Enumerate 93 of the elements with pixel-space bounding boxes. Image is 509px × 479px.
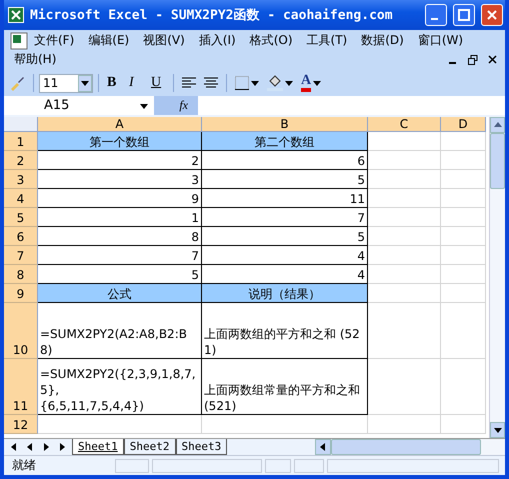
name-box[interactable]: A15: [4, 96, 154, 115]
maximize-button[interactable]: [453, 4, 475, 26]
row-header[interactable]: 8: [4, 265, 38, 284]
row-header[interactable]: 2: [4, 151, 38, 170]
menu-item[interactable]: 帮助(H): [10, 50, 60, 69]
font-color-button[interactable]: A: [298, 72, 324, 94]
row-header[interactable]: 6: [4, 227, 38, 246]
table-cell: 公式: [38, 284, 202, 303]
row-header[interactable]: 12: [4, 415, 38, 434]
minimize-icon: [430, 18, 438, 20]
row-header[interactable]: 5: [4, 208, 38, 227]
scroll-left-button[interactable]: [315, 439, 331, 455]
sheet-tab[interactable]: Sheet1: [72, 439, 124, 455]
table-cell: 7: [38, 246, 202, 265]
row-header[interactable]: 4: [4, 189, 38, 208]
row-header[interactable]: 3: [4, 170, 38, 189]
caret-icon[interactable]: [81, 79, 89, 87]
menu-item[interactable]: 插入(I): [194, 31, 240, 50]
table-cell: 5: [202, 227, 368, 246]
minimize-button[interactable]: [425, 4, 447, 26]
row-header[interactable]: 10: [4, 303, 38, 359]
menu-item[interactable]: 窗口(W): [414, 31, 468, 50]
status-panel: [115, 458, 149, 472]
table-cell: 说明（结果）: [202, 284, 368, 303]
column-header[interactable]: C: [368, 117, 441, 132]
close-icon[interactable]: [488, 54, 497, 64]
align-left-icon: [182, 77, 196, 89]
last-sheet-icon[interactable]: [58, 443, 66, 451]
paint-bucket-icon: [267, 75, 283, 91]
scroll-left-icon[interactable]: [319, 443, 327, 451]
table-cell: 11: [202, 189, 368, 208]
menu-item[interactable]: 编辑(E): [84, 31, 134, 50]
menu-item[interactable]: 视图(V): [139, 31, 189, 50]
table-cell: 第二个数组: [202, 132, 368, 151]
align-center-icon: [204, 77, 218, 89]
bold-button[interactable]: B: [104, 72, 124, 94]
horizontal-scroll-thumb[interactable]: [331, 439, 481, 455]
brush-icon: [9, 75, 25, 91]
close-button[interactable]: [481, 4, 503, 26]
maximize-icon: [458, 9, 470, 21]
column-header[interactable]: A: [38, 117, 202, 132]
scroll-thumb[interactable]: [490, 133, 505, 189]
table-cell: 上面两数组的平方和之和 (521): [202, 303, 368, 359]
caret-icon[interactable]: [285, 79, 293, 87]
restore-icon[interactable]: [468, 54, 478, 64]
row-header[interactable]: 1: [4, 132, 38, 151]
scroll-up-icon[interactable]: [494, 121, 502, 129]
caret-icon[interactable]: [251, 79, 259, 87]
scroll-down-icon[interactable]: [494, 426, 502, 434]
scroll-down-button[interactable]: [490, 422, 505, 438]
window-title: Microsoft Excel - SUMX2PY2函数 - caohaifeng.com: [30, 7, 394, 24]
menu-item[interactable]: 数据(D): [357, 31, 408, 50]
table-cell: =SUMX2PY2(A2:A8,B2:B8): [38, 303, 202, 359]
column-header[interactable]: D: [441, 117, 486, 132]
insert-function-button[interactable]: fx: [154, 98, 194, 113]
table-cell: 第一个数组: [38, 132, 202, 151]
table-cell: =SUMX2PY2({2,3,9,1,8,7,5}, {6,5,11,7,5,4,4}): [38, 359, 202, 415]
table-cell: 4: [202, 265, 368, 284]
caret-icon[interactable]: [140, 102, 148, 110]
font-size-dropdown[interactable]: 11: [39, 74, 93, 92]
previous-sheet-icon[interactable]: [26, 443, 34, 451]
table-cell: 上面两数组常量的平方和之和 (521): [202, 359, 368, 415]
italic-button[interactable]: I: [126, 72, 146, 94]
menu-item[interactable]: 文件(F): [30, 31, 78, 50]
table-cell: 4: [202, 246, 368, 265]
borders-icon: [235, 76, 249, 90]
table-cell: 7: [202, 208, 368, 227]
close-icon: [486, 9, 498, 21]
underline-button[interactable]: U: [148, 72, 168, 94]
status-panel: [294, 458, 324, 472]
row-header[interactable]: 9: [4, 284, 38, 303]
table-cell: 1: [38, 208, 202, 227]
column-header[interactable]: B: [202, 117, 368, 132]
caret-icon[interactable]: [313, 79, 322, 87]
table-cell: 2: [38, 151, 202, 170]
menu-item[interactable]: 格式(O): [246, 31, 297, 50]
formula-field[interactable]: [198, 96, 505, 115]
spreadsheet-app-icon: [8, 7, 24, 23]
workbook-icon[interactable]: [10, 32, 30, 50]
table-cell: 5: [38, 265, 202, 284]
row-header[interactable]: 7: [4, 246, 38, 265]
table-cell: 8: [38, 227, 202, 246]
scroll-up-button[interactable]: [490, 117, 505, 133]
table-cell: 3: [38, 170, 202, 189]
next-sheet-icon[interactable]: [42, 443, 50, 451]
status-panel: [265, 458, 291, 472]
table-cell: 5: [202, 170, 368, 189]
first-sheet-icon[interactable]: [10, 443, 18, 451]
row-header[interactable]: 11: [4, 359, 38, 415]
status-text: 就绪: [12, 457, 37, 474]
menu-item[interactable]: 工具(T): [302, 31, 352, 50]
table-cell: 9: [38, 189, 202, 208]
table-cell: 6: [202, 151, 368, 170]
